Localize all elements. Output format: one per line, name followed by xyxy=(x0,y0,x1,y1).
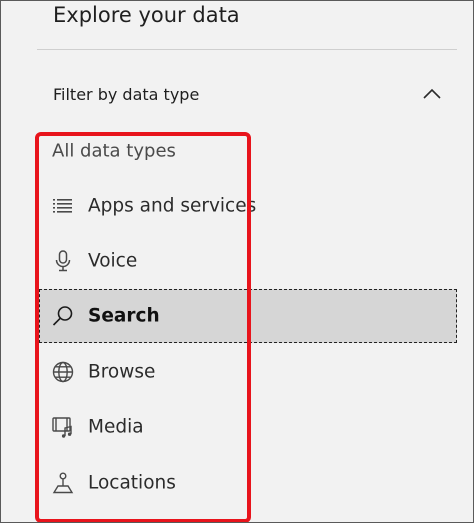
filter-item-label: Locations xyxy=(88,472,176,494)
chevron-up-icon[interactable] xyxy=(421,83,443,105)
media-icon xyxy=(51,415,75,439)
filter-item-locations[interactable]: Locations xyxy=(39,456,457,510)
filter-item-label: Search xyxy=(88,305,160,327)
divider xyxy=(37,49,457,50)
filter-item-label: Browse xyxy=(88,361,156,383)
filter-item-label: All data types xyxy=(52,140,176,162)
explore-data-panel: Explore your data Filter by data type Al… xyxy=(0,0,474,523)
filter-item-label: Apps and services xyxy=(88,195,257,217)
filter-item-apps-and-services[interactable]: Apps and services xyxy=(39,179,457,233)
filter-item-voice[interactable]: Voice xyxy=(39,234,457,288)
filter-item-label: Media xyxy=(88,416,144,438)
globe-icon xyxy=(51,360,75,384)
filter-item-browse[interactable]: Browse xyxy=(39,345,457,399)
location-pin-icon xyxy=(51,471,75,495)
microphone-icon xyxy=(51,249,75,273)
filter-item-media[interactable]: Media xyxy=(39,400,457,454)
filter-item-label: Voice xyxy=(88,250,138,272)
filter-label: Filter by data type xyxy=(53,85,200,104)
page-title: Explore your data xyxy=(53,3,240,27)
search-icon xyxy=(51,304,75,328)
list-icon xyxy=(51,194,75,218)
filter-all-data-types[interactable]: All data types xyxy=(39,131,457,171)
filter-item-search[interactable]: Search xyxy=(39,289,457,343)
filter-by-data-type-header[interactable]: Filter by data type xyxy=(37,71,457,121)
